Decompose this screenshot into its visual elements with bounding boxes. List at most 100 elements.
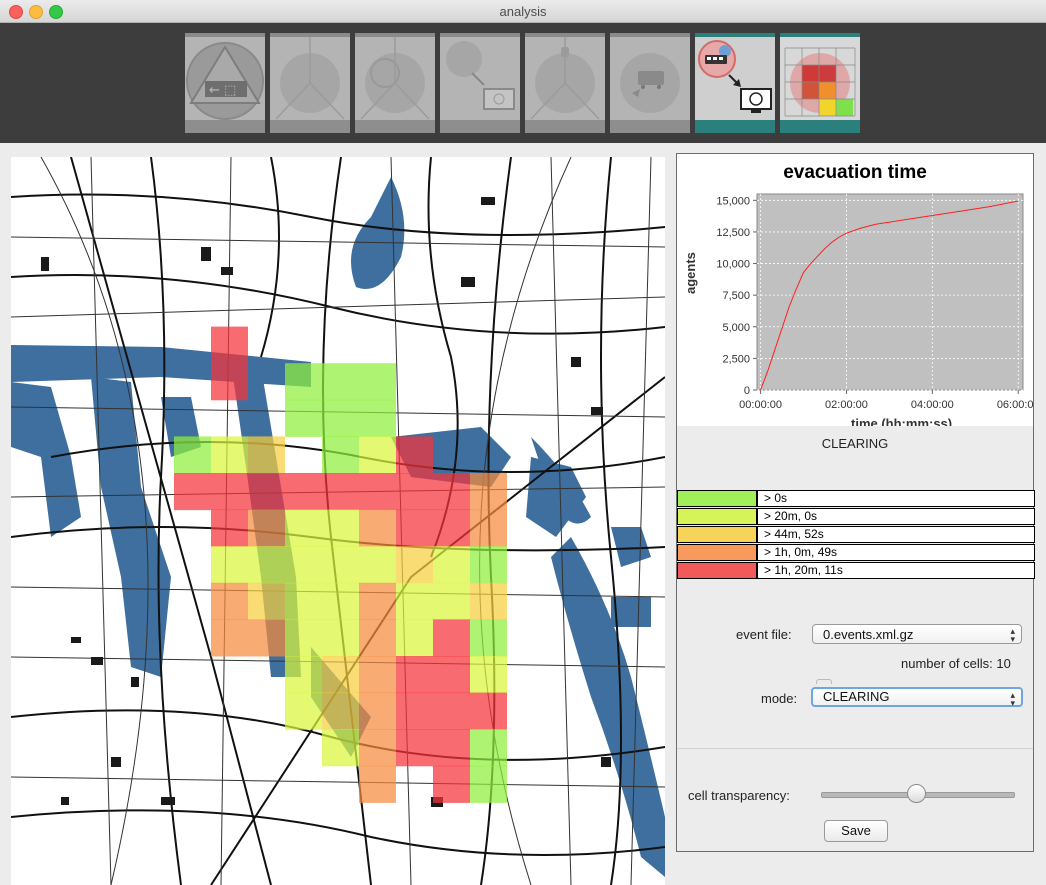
heatmap-cell[interactable] xyxy=(396,436,433,474)
heatmap-cell[interactable] xyxy=(174,436,211,474)
legend-label: > 20m, 0s xyxy=(757,508,1035,525)
heatmap-cell[interactable] xyxy=(359,436,396,474)
heatmap-cell[interactable] xyxy=(470,692,507,730)
heatmap-cell[interactable] xyxy=(285,399,322,437)
heatmap-cell[interactable] xyxy=(359,399,396,437)
heatmap-cell[interactable] xyxy=(396,656,433,694)
heatmap-cell[interactable] xyxy=(359,619,396,657)
heatmap-cell[interactable] xyxy=(322,546,359,584)
evacuation-area-tool[interactable]: ← ⬚ xyxy=(185,33,265,133)
heatmap-cell[interactable] xyxy=(174,473,211,511)
mode-select[interactable]: CLEARING ▴ ▾ xyxy=(811,687,1023,708)
heatmap-cell[interactable] xyxy=(470,546,507,584)
save-button[interactable]: Save xyxy=(824,820,888,842)
heatmap-cell[interactable] xyxy=(285,473,322,511)
heatmap-cell[interactable] xyxy=(211,619,248,657)
exit-sign-icon: ← ⬚ xyxy=(186,42,264,120)
heatmap-cell[interactable] xyxy=(396,473,433,511)
run-simulation-tool[interactable] xyxy=(695,33,775,133)
heatmap-cell[interactable] xyxy=(359,692,396,730)
heatmap-cell[interactable] xyxy=(470,656,507,694)
population-tool[interactable] xyxy=(270,33,350,133)
heatmap-cell[interactable] xyxy=(211,509,248,547)
heatmap-cell[interactable] xyxy=(396,619,433,657)
heatmap-cell[interactable] xyxy=(433,765,470,803)
heatmap-cell[interactable] xyxy=(211,582,248,620)
heatmap-cell[interactable] xyxy=(285,656,322,694)
y-tick-label: 0 xyxy=(744,385,750,397)
heatmap-cell[interactable] xyxy=(396,546,433,584)
heatmap-cell[interactable] xyxy=(211,546,248,584)
mode-label: mode: xyxy=(761,691,798,706)
heatmap-cell[interactable] xyxy=(433,729,470,767)
heatmap-cell[interactable] xyxy=(248,473,285,511)
heatmap-cell[interactable] xyxy=(285,546,322,584)
heatmap-cell[interactable] xyxy=(470,509,507,547)
heatmap-cell[interactable] xyxy=(322,692,359,730)
heatmap-cell[interactable] xyxy=(285,692,322,730)
heatmap-cell[interactable] xyxy=(359,729,396,767)
heatmap-cell[interactable] xyxy=(359,363,396,401)
heatmap-cell[interactable] xyxy=(470,473,507,511)
heatmap-cell[interactable] xyxy=(470,729,507,767)
heatmap-cell[interactable] xyxy=(285,619,322,657)
heatmap-cell[interactable] xyxy=(285,363,322,401)
heatmap-cell[interactable] xyxy=(211,326,248,364)
road-closures-tool[interactable] xyxy=(525,33,605,133)
slider-knob[interactable] xyxy=(907,784,926,803)
heatmap-cell[interactable] xyxy=(285,509,322,547)
heatmap-cell[interactable] xyxy=(211,473,248,511)
heatmap-cell[interactable] xyxy=(322,582,359,620)
heatmap-cell[interactable] xyxy=(322,436,359,474)
heatmap-cell[interactable] xyxy=(359,582,396,620)
heatmap-cell[interactable] xyxy=(211,436,248,474)
heatmap-cell[interactable] xyxy=(211,363,248,401)
svg-text:← ⬚: ← ⬚ xyxy=(209,83,236,98)
heatmap-cell[interactable] xyxy=(433,582,470,620)
safe-points-tool[interactable] xyxy=(355,33,435,133)
heatmap-cell[interactable] xyxy=(396,692,433,730)
heatmap-cell[interactable] xyxy=(433,546,470,584)
heatmap-cell[interactable] xyxy=(322,656,359,694)
legend-item: > 44m, 52s xyxy=(677,526,1035,543)
heatmap-cell[interactable] xyxy=(396,509,433,547)
map-svg xyxy=(11,157,665,885)
heatmap-cell[interactable] xyxy=(248,509,285,547)
heatmap-cell[interactable] xyxy=(322,619,359,657)
legend-swatch xyxy=(677,562,757,579)
heatmap-cell[interactable] xyxy=(433,656,470,694)
heatmap-cell[interactable] xyxy=(470,582,507,620)
simulation-setup-tool[interactable] xyxy=(440,33,520,133)
heatmap-cell[interactable] xyxy=(359,509,396,547)
y-tick-label: 7,500 xyxy=(722,290,750,302)
heatmap-cell[interactable] xyxy=(322,729,359,767)
heatmap-cell[interactable] xyxy=(285,582,322,620)
map-view[interactable] xyxy=(11,157,665,885)
heatmap-cell[interactable] xyxy=(359,546,396,584)
event-file-select[interactable]: 0.events.xml.gz ▴ ▾ xyxy=(812,624,1022,644)
analysis-tool[interactable] xyxy=(780,33,860,133)
heatmap-cell[interactable] xyxy=(433,509,470,547)
heatmap-cell[interactable] xyxy=(396,729,433,767)
heatmap-cell[interactable] xyxy=(322,363,359,401)
y-tick-label: 10,000 xyxy=(716,259,750,271)
heatmap-cell[interactable] xyxy=(470,765,507,803)
heatmap-cell[interactable] xyxy=(359,765,396,803)
heatmap-cell[interactable] xyxy=(248,619,285,657)
heatmap-cell[interactable] xyxy=(248,436,285,474)
cells-stepper[interactable] xyxy=(816,679,832,684)
heatmap-cell[interactable] xyxy=(359,656,396,694)
heatmap-cell[interactable] xyxy=(322,473,359,511)
heatmap-cell[interactable] xyxy=(470,619,507,657)
heatmap-cell[interactable] xyxy=(433,619,470,657)
heatmap-cell[interactable] xyxy=(322,399,359,437)
event-file-value: 0.events.xml.gz xyxy=(823,627,914,642)
heatmap-cell[interactable] xyxy=(433,692,470,730)
heatmap-cell[interactable] xyxy=(248,546,285,584)
heatmap-cell[interactable] xyxy=(433,473,470,511)
heatmap-cell[interactable] xyxy=(359,473,396,511)
heatmap-cell[interactable] xyxy=(248,582,285,620)
heatmap-cell[interactable] xyxy=(396,582,433,620)
bus-stops-tool[interactable] xyxy=(610,33,690,133)
heatmap-cell[interactable] xyxy=(322,509,359,547)
